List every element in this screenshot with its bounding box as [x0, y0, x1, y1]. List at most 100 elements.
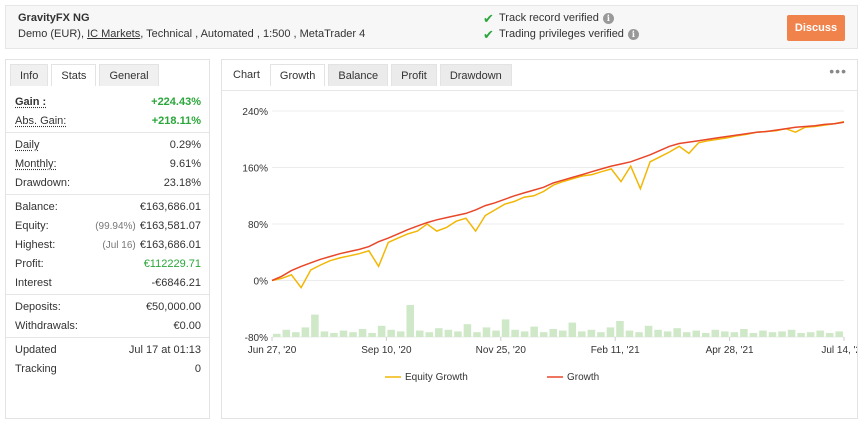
- stat-row-profit: Profit: €112229.71: [6, 254, 209, 273]
- stat-row-updated: Updated Jul 17 at 01:13: [6, 340, 209, 359]
- volume-bar: [825, 333, 834, 337]
- stat-row-equity: Equity: (99.94%) €163,581.07: [6, 216, 209, 235]
- info-icon[interactable]: i: [602, 12, 614, 24]
- volume-bar: [311, 314, 319, 337]
- chart-tabs: Chart Growth Balance Profit Drawdown: [226, 64, 515, 86]
- series-line-equity-growth: [271, 120, 845, 289]
- chart-svg: 240% 160% 80% 0% -80% Jun 27, '20 Sep 10, '20…: [242, 107, 863, 383]
- volume-bar: [520, 331, 529, 337]
- drawdown-value: 23.18%: [163, 177, 201, 189]
- volume-bar: [530, 326, 538, 337]
- volume-bar: [730, 332, 739, 337]
- series-line-growth: [271, 121, 845, 282]
- drawdown-label: Drawdown:: [15, 177, 71, 189]
- volume-bar: [654, 329, 662, 337]
- volume-bar: [549, 329, 557, 337]
- stat-row-monthly: Monthly: 9.61%: [6, 154, 209, 173]
- volume-bar: [444, 329, 453, 337]
- stat-row-abs-gain: Abs. Gain: +218.11%: [6, 111, 209, 130]
- tracking-value: 0: [194, 363, 201, 375]
- volume-bar: [816, 330, 824, 337]
- withdrawals-label: Withdrawals:: [15, 320, 78, 332]
- info-icon[interactable]: i: [627, 28, 639, 40]
- updated-label: Updated: [15, 344, 57, 356]
- tab-profit[interactable]: Profit: [391, 64, 437, 86]
- interest-value: -€6846.21: [151, 277, 201, 289]
- volume-bar: [463, 324, 472, 337]
- gain-group: Gain : +224.43% Abs. Gain: +218.11%: [6, 90, 209, 133]
- rates-group: Daily 0.29% Monthly: 9.61% Drawdown: 23.…: [6, 133, 209, 195]
- tab-chart[interactable]: Chart: [226, 64, 267, 86]
- profit-label: Profit:: [15, 258, 44, 270]
- monthly-value: 9.61%: [169, 158, 201, 170]
- volume-bar: [396, 331, 405, 337]
- highest-value: €163,686.01: [139, 239, 201, 251]
- volume-bar: [416, 330, 424, 337]
- tab-balance[interactable]: Balance: [328, 64, 389, 86]
- monthly-label[interactable]: Monthly:: [15, 158, 57, 170]
- tab-general[interactable]: General: [99, 64, 159, 86]
- volume-bar: [673, 328, 681, 337]
- check-icon: ✔: [483, 26, 494, 42]
- tab-growth[interactable]: Growth: [269, 64, 326, 86]
- volume-bar: [511, 329, 519, 337]
- x-tick-label: Nov 25, '20: [476, 345, 527, 356]
- volume-bar: [539, 332, 548, 337]
- track-record-label: Track record verified: [499, 12, 599, 24]
- legend-label: Growth: [567, 372, 599, 383]
- gain-label[interactable]: Gain :: [15, 96, 46, 108]
- volume-bar: [368, 333, 376, 337]
- daily-label[interactable]: Daily: [15, 139, 39, 151]
- volume-bar: [787, 329, 796, 337]
- volume-bar: [492, 330, 500, 337]
- broker-link[interactable]: IC Markets: [87, 28, 140, 40]
- discuss-button[interactable]: Discuss: [787, 15, 845, 41]
- volume-bar: [682, 332, 691, 337]
- y-tick-label: -80%: [245, 333, 268, 344]
- volume-bar: [597, 332, 605, 337]
- volume-bar: [349, 332, 357, 337]
- volume-bar: [797, 333, 805, 337]
- volume-bar: [835, 331, 843, 337]
- tab-stats[interactable]: Stats: [51, 64, 97, 86]
- volume-bar: [435, 328, 443, 337]
- balance-value: €163,686.01: [139, 201, 201, 213]
- volume-bar: [606, 327, 615, 337]
- tab-info[interactable]: Info: [10, 64, 49, 86]
- stats-panel: Info Stats General Gain : +224.43% Abs. …: [5, 59, 210, 419]
- y-tick-label: 0%: [254, 277, 269, 288]
- volume-bar: [616, 321, 624, 337]
- x-tick-label: Feb 11, '21: [591, 345, 640, 356]
- stat-row-deposits: Deposits: €50,000.00: [6, 297, 209, 316]
- chart-panel: Chart Growth Balance Profit Drawdown •••…: [221, 59, 863, 419]
- stats-tabs: Info Stats General: [10, 64, 162, 86]
- account-desc-suffix: , Technical , Automated , 1:500 , MetaTr…: [140, 28, 366, 40]
- volume-bar: [301, 327, 310, 337]
- volume-bar: [749, 333, 758, 337]
- volume-bar: [778, 331, 786, 337]
- account-desc-prefix: Demo (EUR),: [18, 28, 88, 40]
- volume-bar: [387, 329, 395, 337]
- balance-label: Balance:: [15, 201, 58, 213]
- volume-bar: [740, 329, 748, 337]
- stat-row-highest: Highest: (Jul 16) €163,686.01: [6, 235, 209, 254]
- abs-gain-label[interactable]: Abs. Gain:: [15, 115, 66, 127]
- volume-bar: [663, 331, 672, 337]
- account-description: Demo (EUR), IC Markets, Technical , Auto…: [18, 28, 365, 40]
- volume-bar: [425, 332, 434, 337]
- volume-bar: [406, 305, 414, 337]
- volume-bar: [282, 329, 291, 337]
- tab-drawdown[interactable]: Drawdown: [439, 64, 512, 86]
- stat-row-withdrawals: Withdrawals: €0.00: [6, 316, 209, 335]
- update-group: Updated Jul 17 at 01:13 Tracking 0: [6, 338, 209, 380]
- legend-label: Equity Growth: [405, 372, 468, 383]
- volume-bar: [330, 333, 338, 337]
- volume-bar: [578, 331, 586, 337]
- volume-bar: [806, 332, 815, 337]
- check-icon: ✔: [483, 10, 494, 26]
- more-options-icon[interactable]: •••: [829, 64, 847, 78]
- x-tick-label: Jun 27, '20: [248, 345, 297, 356]
- volume-bar: [473, 332, 481, 337]
- y-tick-label: 160%: [242, 164, 268, 175]
- volume-bar: [482, 327, 491, 337]
